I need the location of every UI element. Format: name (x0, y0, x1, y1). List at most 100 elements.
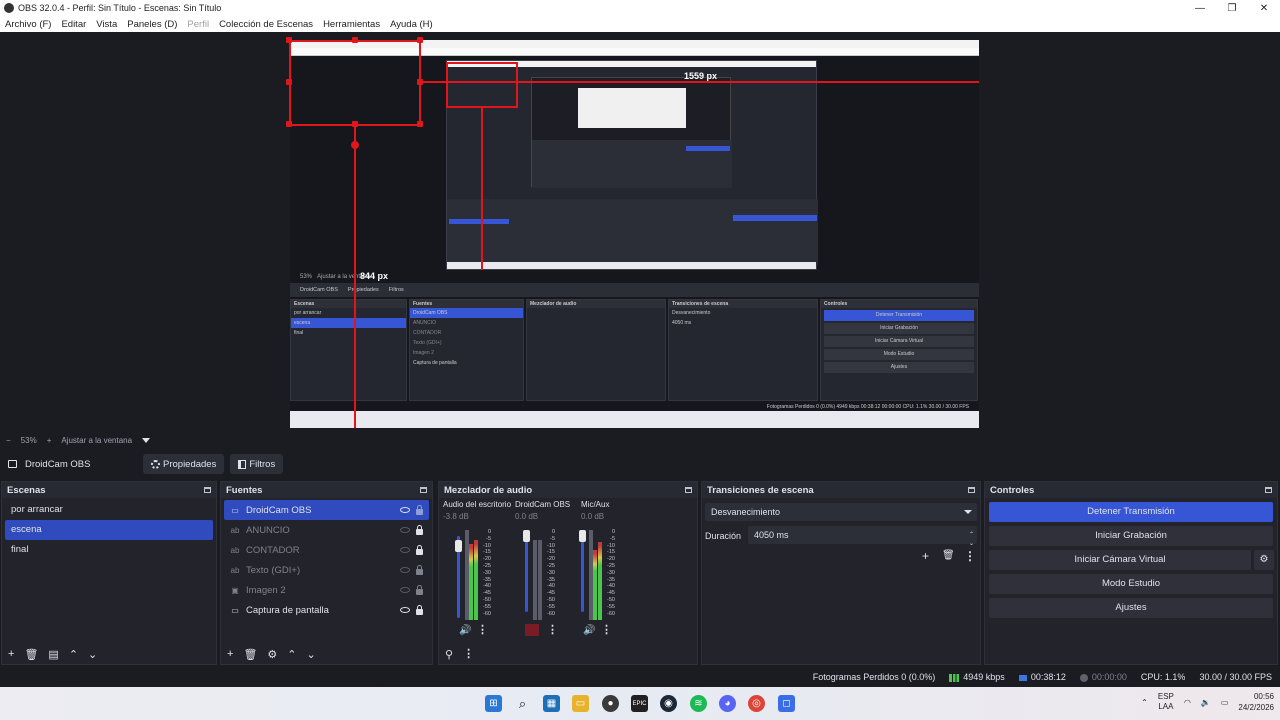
store-icon[interactable]: ▦ (543, 695, 560, 712)
trash-icon[interactable]: 🗑 (243, 648, 257, 661)
wifi-icon[interactable]: ◠ (1184, 698, 1191, 707)
channel-menu-icon[interactable]: ⋮ (477, 624, 488, 635)
dock-popout-icon[interactable] (204, 487, 211, 493)
add-source-button[interactable]: + (227, 648, 233, 660)
fader-handle[interactable] (523, 530, 530, 542)
scene-item[interactable]: escena (5, 520, 213, 540)
spotify-icon[interactable]: ≋ (690, 695, 707, 712)
speaker-icon[interactable]: 🔊 (583, 625, 595, 635)
battery-icon[interactable]: ▭ (1221, 698, 1229, 707)
eye-off-icon[interactable] (400, 567, 410, 573)
source-item[interactable]: ▭ Captura de pantalla (224, 600, 429, 620)
stop-streaming-button[interactable]: Detener Transmisión (989, 502, 1273, 522)
start-recording-button[interactable]: Iniciar Grabación (989, 526, 1273, 546)
studio-mode-button[interactable]: Modo Estudio (989, 574, 1273, 594)
properties-button[interactable]: Propiedades (143, 454, 225, 474)
resize-handle-bl[interactable] (286, 121, 292, 127)
filters-button[interactable]: Filtros (230, 454, 284, 474)
mixer-link-icon[interactable]: ⚲ (445, 648, 453, 661)
dock-popout-icon[interactable] (420, 487, 427, 493)
source-item[interactable]: ab CONTADOR (224, 540, 429, 560)
source-item[interactable]: ▣ Imagen 2 (224, 580, 429, 600)
channel-menu-icon[interactable]: ⋮ (547, 624, 558, 635)
fader-handle[interactable] (455, 540, 462, 552)
obs-taskbar-icon[interactable]: ● (602, 695, 619, 712)
eye-icon[interactable] (400, 607, 410, 613)
add-transition-button[interactable]: + (922, 549, 929, 563)
move-down-icon[interactable]: ⌄ (307, 648, 316, 661)
eye-off-icon[interactable] (400, 527, 410, 533)
menu-ayuda[interactable]: Ayuda (H) (385, 19, 438, 30)
close-button[interactable]: ✕ (1248, 0, 1280, 16)
scene-item[interactable]: final (5, 540, 213, 560)
menu-perfil[interactable]: Perfil (182, 19, 214, 30)
search-icon[interactable]: ⌕ (514, 695, 531, 712)
eye-icon[interactable] (400, 507, 410, 513)
trash-icon[interactable]: 🗑 (24, 648, 38, 661)
scene-item[interactable]: por arrancar (5, 500, 213, 520)
menu-herramientas[interactable]: Herramientas (318, 19, 385, 30)
resize-handle-br[interactable] (417, 121, 423, 127)
file-explorer-icon[interactable]: ▭ (572, 695, 589, 712)
virtual-camera-settings-button[interactable]: ⚙ (1254, 550, 1274, 570)
resize-handle-b[interactable] (352, 121, 358, 127)
volume-fader[interactable] (525, 530, 528, 612)
resize-handle-tl[interactable] (286, 37, 292, 43)
scene-filters-icon[interactable]: ▤ (48, 648, 58, 661)
clock[interactable]: 00:56 24/2/2026 (1238, 691, 1274, 713)
move-up-icon[interactable]: ⌃ (69, 648, 78, 661)
add-scene-button[interactable]: + (8, 648, 14, 660)
volume-fader[interactable] (581, 530, 584, 612)
mixer-menu-icon[interactable]: ⋮ (463, 648, 474, 659)
fader-handle[interactable] (579, 530, 586, 542)
gear-icon[interactable]: ⚙ (267, 648, 277, 661)
resize-handle-r[interactable] (417, 79, 423, 85)
droidcam-icon[interactable]: ◻ (778, 695, 795, 712)
windows-start-icon[interactable]: ⊞ (485, 695, 502, 712)
tray-overflow-icon[interactable]: ⌃ (1141, 698, 1148, 707)
source-item[interactable]: ab ANUNCIO (224, 520, 429, 540)
transition-select[interactable]: Desvanecimiento (705, 503, 977, 521)
zoom-out-button[interactable]: − (6, 436, 11, 445)
dock-popout-icon[interactable] (968, 487, 975, 493)
eye-off-icon[interactable] (400, 547, 410, 553)
settings-button[interactable]: Ajustes (989, 598, 1273, 618)
start-virtual-camera-button[interactable]: Iniciar Cámara Virtual (989, 550, 1251, 570)
minimize-button[interactable]: — (1184, 0, 1216, 16)
speaker-icon[interactable]: 🔊 (459, 625, 471, 635)
source-item[interactable]: ab Texto (GDI+) (224, 560, 429, 580)
maximize-button[interactable]: ❐ (1216, 0, 1248, 16)
zoom-dropdown-icon[interactable] (142, 437, 151, 443)
resize-handle-l[interactable] (286, 79, 292, 85)
lock-icon[interactable] (416, 564, 423, 575)
lock-icon[interactable] (416, 524, 423, 535)
eye-off-icon[interactable] (400, 587, 410, 593)
transition-menu-icon[interactable]: ⋮ (964, 549, 976, 563)
discord-icon[interactable]: ◕ (719, 695, 736, 712)
volume-icon[interactable]: 🔉 (1201, 698, 1211, 707)
duration-input[interactable]: 4050 ms ⌃ ⌄ (748, 526, 977, 547)
trash-icon[interactable]: 🗑 (942, 550, 955, 561)
dock-popout-icon[interactable] (685, 487, 692, 493)
epic-games-icon[interactable]: EPIC (631, 695, 648, 712)
language-indicator[interactable]: ESP LAA (1158, 692, 1174, 712)
resize-handle-tr[interactable] (417, 37, 423, 43)
menu-paneles[interactable]: Paneles (D) (122, 19, 182, 30)
menu-vista[interactable]: Vista (91, 19, 122, 30)
menu-coleccion-escenas[interactable]: Colección de Escenas (214, 19, 318, 30)
lock-icon[interactable] (416, 584, 423, 595)
channel-menu-icon[interactable]: ⋮ (601, 624, 612, 635)
resize-handle-t[interactable] (352, 37, 358, 43)
menu-editar[interactable]: Editar (56, 19, 91, 30)
lock-icon[interactable] (416, 544, 423, 555)
lock-icon[interactable] (416, 604, 423, 615)
dock-popout-icon[interactable] (1265, 487, 1272, 493)
zoom-in-button[interactable]: + (47, 436, 52, 445)
steam-icon[interactable]: ◉ (660, 695, 677, 712)
move-down-icon[interactable]: ⌄ (88, 648, 97, 661)
muted-speaker-icon[interactable] (525, 624, 539, 636)
lock-icon[interactable] (416, 504, 423, 515)
selection-bounding-box[interactable] (289, 40, 421, 126)
menu-archivo[interactable]: Archivo (F) (0, 19, 56, 30)
move-up-icon[interactable]: ⌃ (287, 648, 296, 661)
